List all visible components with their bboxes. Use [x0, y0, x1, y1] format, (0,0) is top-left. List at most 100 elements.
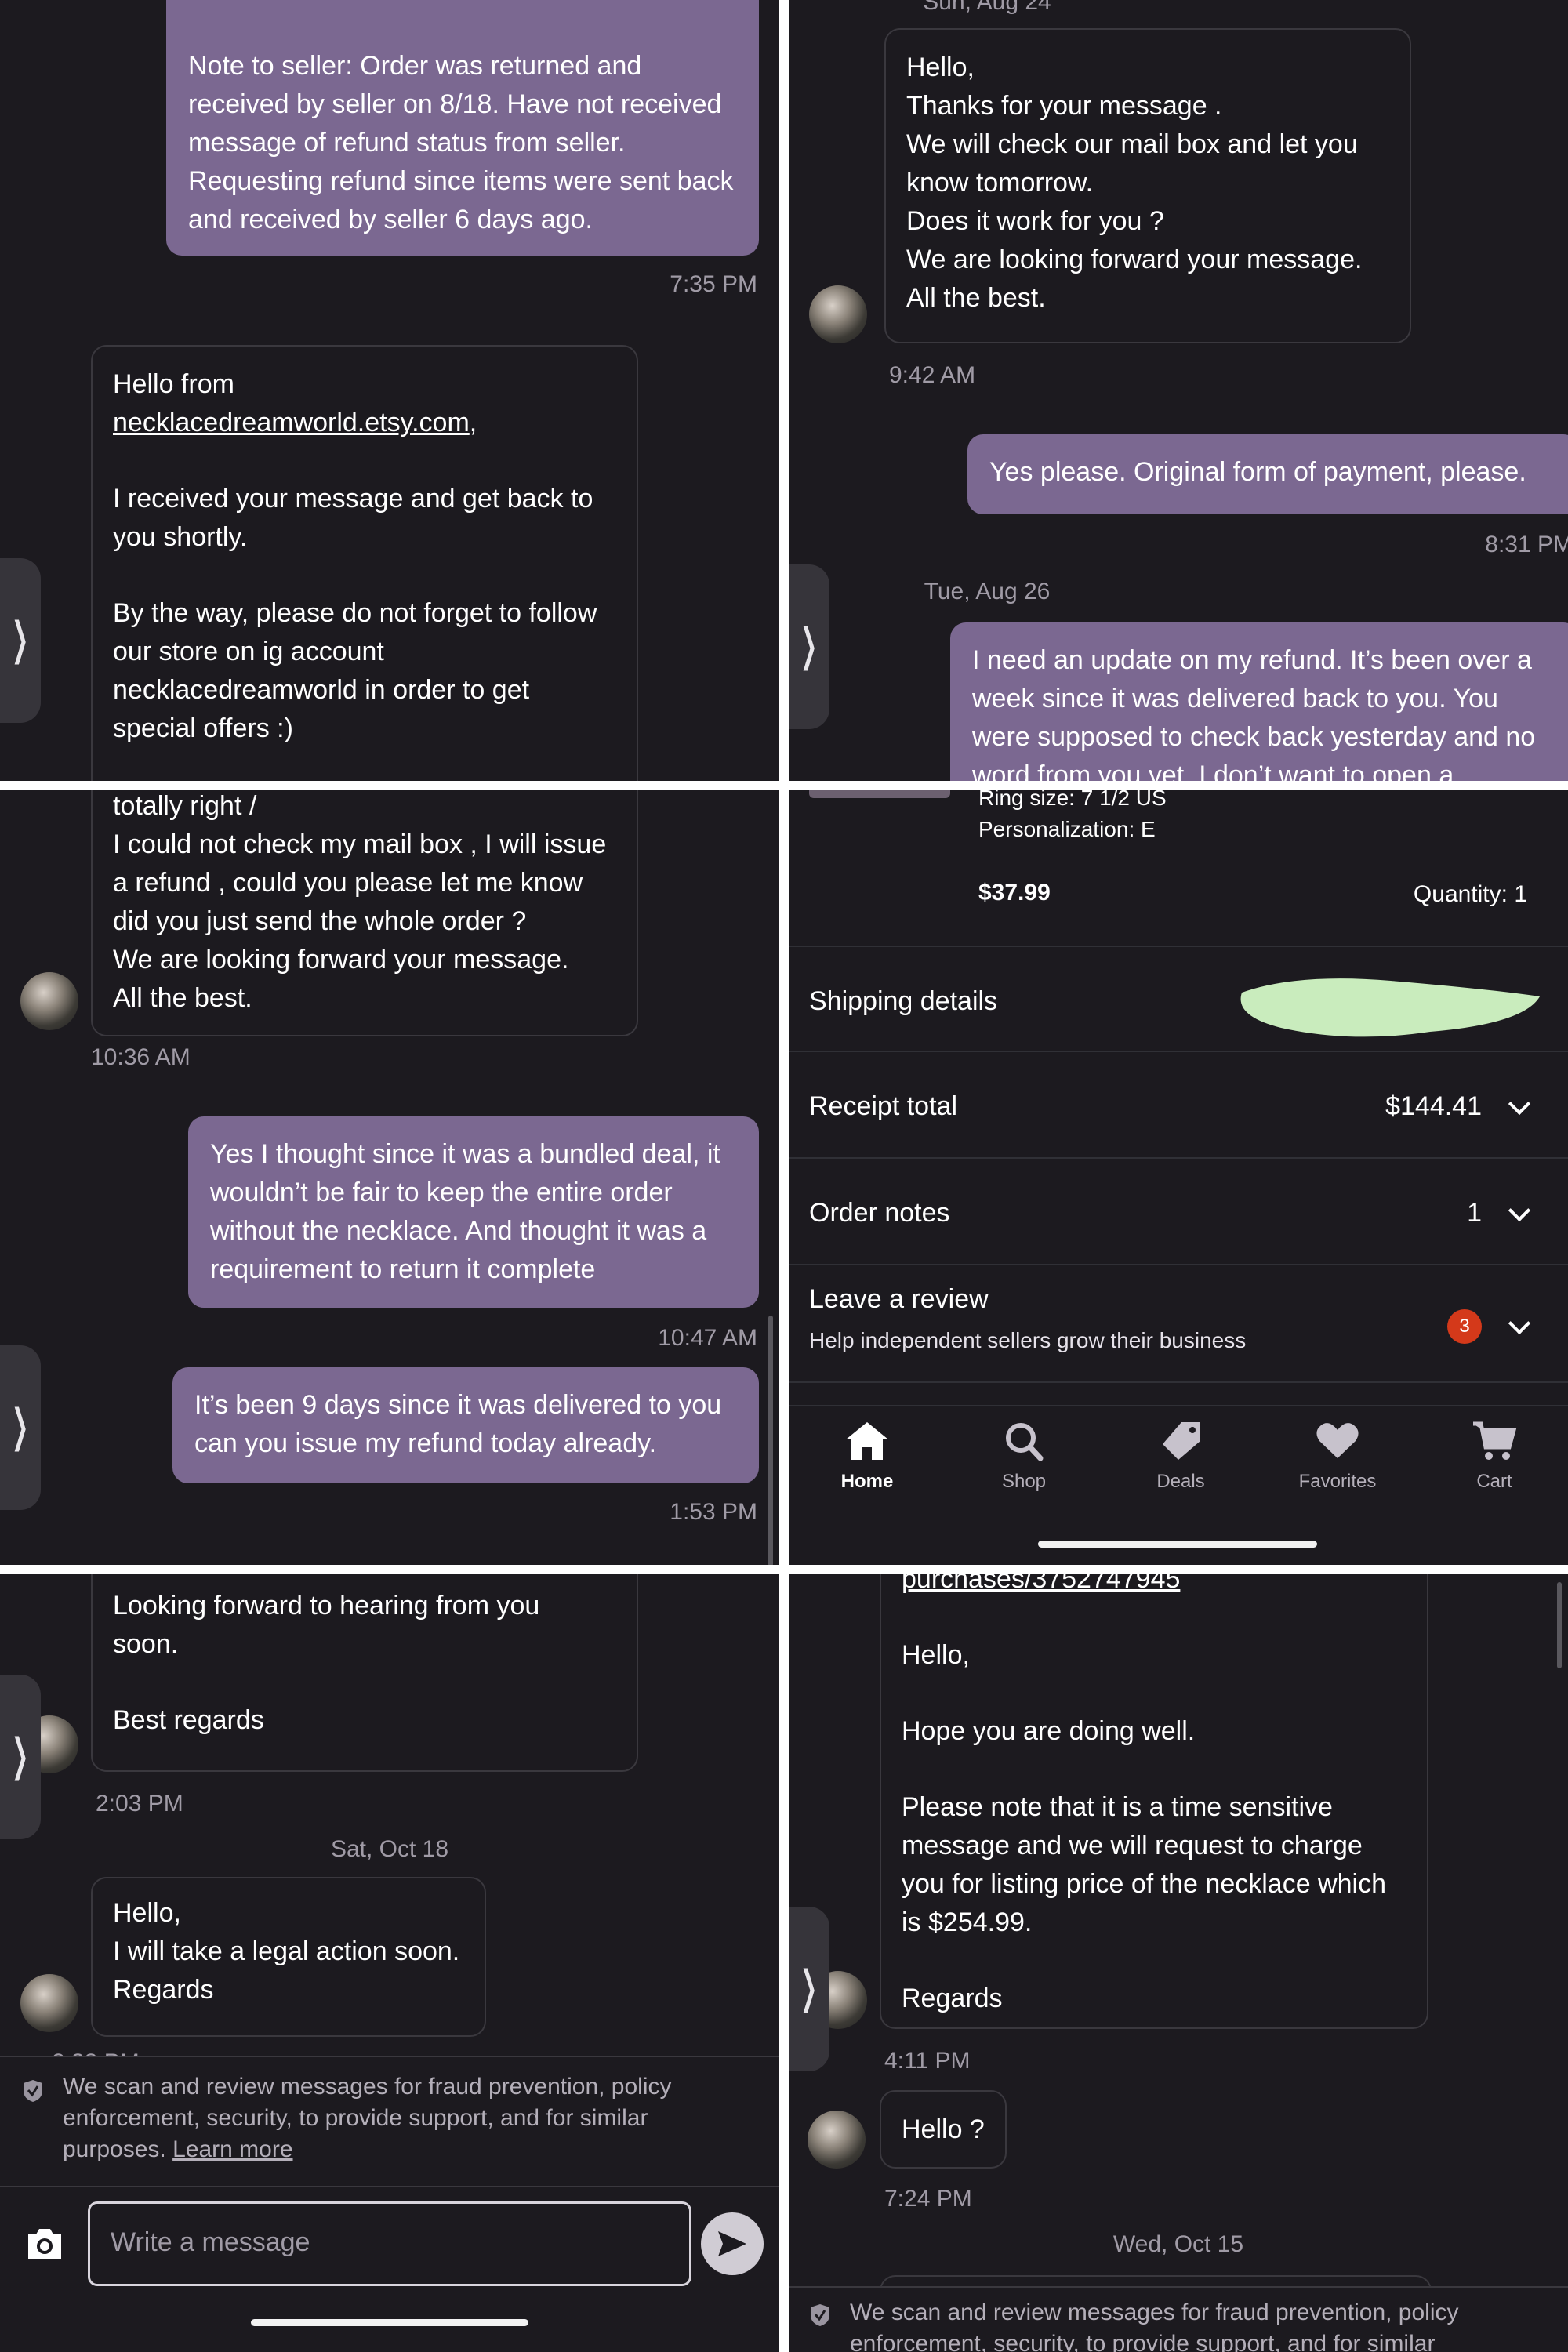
chat-panel-6: purchases/3752747945 Hello, Hope you are… — [789, 1574, 1568, 2352]
incoming-message: Hello, I will take a legal action soon. … — [91, 1877, 486, 2037]
order-details-panel: Ring size: 7 1/2 US Personalization: E $… — [789, 790, 1568, 1565]
notice-text: We scan and review messages for fraud pr… — [63, 2074, 672, 2162]
leave-review-row[interactable]: Leave a review Help independent sellers … — [789, 1265, 1568, 1383]
incoming-message: Hello ? — [880, 2090, 1007, 2169]
chat-panel-2: Sun, Aug 24 Hello, Thanks for your messa… — [789, 0, 1568, 781]
message-line: Regards — [113, 1975, 214, 2005]
nav-home[interactable]: Home — [789, 1421, 946, 1493]
avatar[interactable] — [808, 2111, 866, 2169]
message-line: All the best. — [906, 283, 1046, 313]
message-text: I need an update on my refund. It’s been… — [972, 645, 1536, 781]
receipt-total-row[interactable]: Receipt total $144.41 — [789, 1052, 1568, 1159]
message-line: Please note that it is a time sensitive … — [902, 1792, 1386, 1937]
scrollbar[interactable] — [768, 1316, 773, 1565]
avatar[interactable] — [809, 285, 867, 343]
message-line: totally right / — [113, 791, 257, 821]
order-notes-count: 1 — [1467, 1198, 1482, 1228]
item-quantity: Quantity: 1 — [1413, 881, 1527, 907]
date-divider: Sat, Oct 18 — [330, 1836, 449, 1862]
home-indicator — [1038, 1541, 1317, 1548]
incoming-message: purchases/3752747945 Hello, Hope you are… — [880, 1574, 1428, 2029]
expand-sidebar-tab[interactable]: ⟩ — [789, 564, 829, 729]
camera-icon[interactable] — [25, 2227, 64, 2261]
message-text: Note to seller: Order was returned and r… — [188, 51, 734, 234]
send-icon — [718, 2231, 746, 2256]
message-text: Hello from — [113, 369, 234, 399]
tag-icon — [1163, 1422, 1200, 1460]
message-line: All the best. — [113, 983, 252, 1013]
message-line: Hello, — [113, 1898, 181, 1928]
outgoing-message: It’s been 9 days since it was delivered … — [172, 1367, 759, 1483]
message-line: We are looking forward your message. — [906, 245, 1363, 274]
review-title: Leave a review — [809, 1284, 989, 1314]
message-line: Hello, — [906, 53, 975, 82]
order-notes-label: Order notes — [809, 1198, 950, 1228]
chevron-down-icon[interactable] — [1508, 1092, 1531, 1116]
order-link[interactable]: purchases/3752747945 — [902, 1574, 1406, 1599]
chevron-down-icon[interactable] — [1508, 1312, 1531, 1335]
message-text: Yes please. Original form of payment, pl… — [989, 457, 1526, 487]
incoming-message: Hello, Thanks for your message . We will… — [884, 28, 1411, 343]
composer-bar: Write a message — [0, 2186, 779, 2352]
shield-icon — [24, 2080, 42, 2102]
incoming-message: Hello from necklacedreamworld.etsy.com, … — [91, 345, 638, 781]
timestamp: 1:53 PM — [670, 1499, 757, 1525]
heart-icon — [1316, 1423, 1359, 1458]
message-line: Hello, — [902, 1640, 970, 1670]
message-input[interactable]: Write a message — [88, 2201, 691, 2286]
message-line: Does it work for you ? — [906, 206, 1164, 236]
notice-text: We scan and review messages for fraud pr… — [850, 2299, 1459, 2352]
shipping-details-label: Shipping details — [809, 986, 998, 1016]
cart-icon — [1473, 1421, 1517, 1460]
home-icon — [846, 1422, 888, 1460]
nav-favorites[interactable]: Favorites — [1259, 1421, 1416, 1493]
shop-link[interactable]: necklacedreamworld.etsy.com — [113, 408, 470, 437]
shipping-details-row[interactable]: Shipping details — [789, 946, 1568, 1052]
nav-cart[interactable]: Cart — [1416, 1421, 1568, 1493]
shield-icon — [811, 2304, 829, 2326]
order-notes-row[interactable]: Order notes 1 — [789, 1159, 1568, 1265]
message-text: By the way, please do not forget to foll… — [113, 598, 597, 743]
outgoing-message: Note to seller: Order was returned and r… — [166, 0, 759, 256]
expand-sidebar-tab[interactable]: ⟩ — [0, 1675, 41, 1839]
review-subtitle: Help independent sellers grow their busi… — [809, 1328, 1247, 1352]
message-line: Hope you are doing well. — [902, 1716, 1196, 1746]
chevron-down-icon[interactable] — [1508, 1199, 1531, 1222]
receipt-total-label: Receipt total — [809, 1091, 957, 1121]
timestamp: 10:47 AM — [658, 1325, 757, 1351]
avatar[interactable] — [20, 972, 78, 1030]
learn-more-link[interactable]: Learn more — [172, 2136, 292, 2162]
item-price: $37.99 — [978, 880, 1051, 906]
expand-sidebar-tab[interactable]: ⟩ — [0, 558, 41, 723]
date-divider: Sun, Aug 24 — [923, 0, 1051, 15]
outgoing-message: Yes please. Original form of payment, pl… — [967, 434, 1568, 514]
avatar[interactable] — [20, 1974, 78, 2032]
outgoing-message: Yes I thought since it was a bundled dea… — [188, 1116, 759, 1308]
timestamp: 7:35 PM — [670, 271, 757, 297]
chat-panel-1: Note to seller: Order was returned and r… — [0, 0, 779, 781]
ring-size: Ring size: 7 1/2 US — [978, 790, 1167, 810]
chat-panel-3: totally right / I could not check my mai… — [0, 790, 779, 1565]
message-line: We are looking forward your message. — [113, 945, 569, 975]
chat-panel-5: Looking forward to hearing from you soon… — [0, 1574, 779, 2352]
outgoing-message: I need an update on my refund. It’s been… — [950, 622, 1568, 781]
nav-deals[interactable]: Deals — [1102, 1421, 1259, 1493]
nav-shop[interactable]: Shop — [946, 1421, 1102, 1493]
incoming-message: totally right / I could not check my mai… — [91, 790, 638, 1036]
personalization: Personalization: E — [978, 817, 1156, 841]
privacy-notice: We scan and review messages for fraud pr… — [789, 2286, 1568, 2352]
product-thumbnail — [809, 790, 950, 798]
expand-sidebar-tab[interactable]: ⟩ — [789, 1907, 829, 2071]
timestamp: 2:03 PM — [96, 1791, 183, 1817]
scrollbar[interactable] — [1557, 1582, 1562, 1668]
incoming-message: Looking forward to hearing from you soon… — [91, 1574, 638, 1772]
date-divider: Wed, Oct 15 — [1112, 2231, 1244, 2257]
expand-sidebar-tab[interactable]: ⟩ — [0, 1345, 41, 1510]
privacy-notice: We scan and review messages for fraud pr… — [0, 2056, 779, 2187]
message-line: I could not check my mail box , I will i… — [113, 829, 607, 936]
receipt-total-value: $144.41 — [1385, 1091, 1482, 1121]
review-badge: 3 — [1447, 1309, 1482, 1344]
message-line: I will take a legal action soon. — [113, 1936, 460, 1966]
home-indicator — [251, 2319, 528, 2326]
send-button[interactable] — [701, 2212, 764, 2275]
